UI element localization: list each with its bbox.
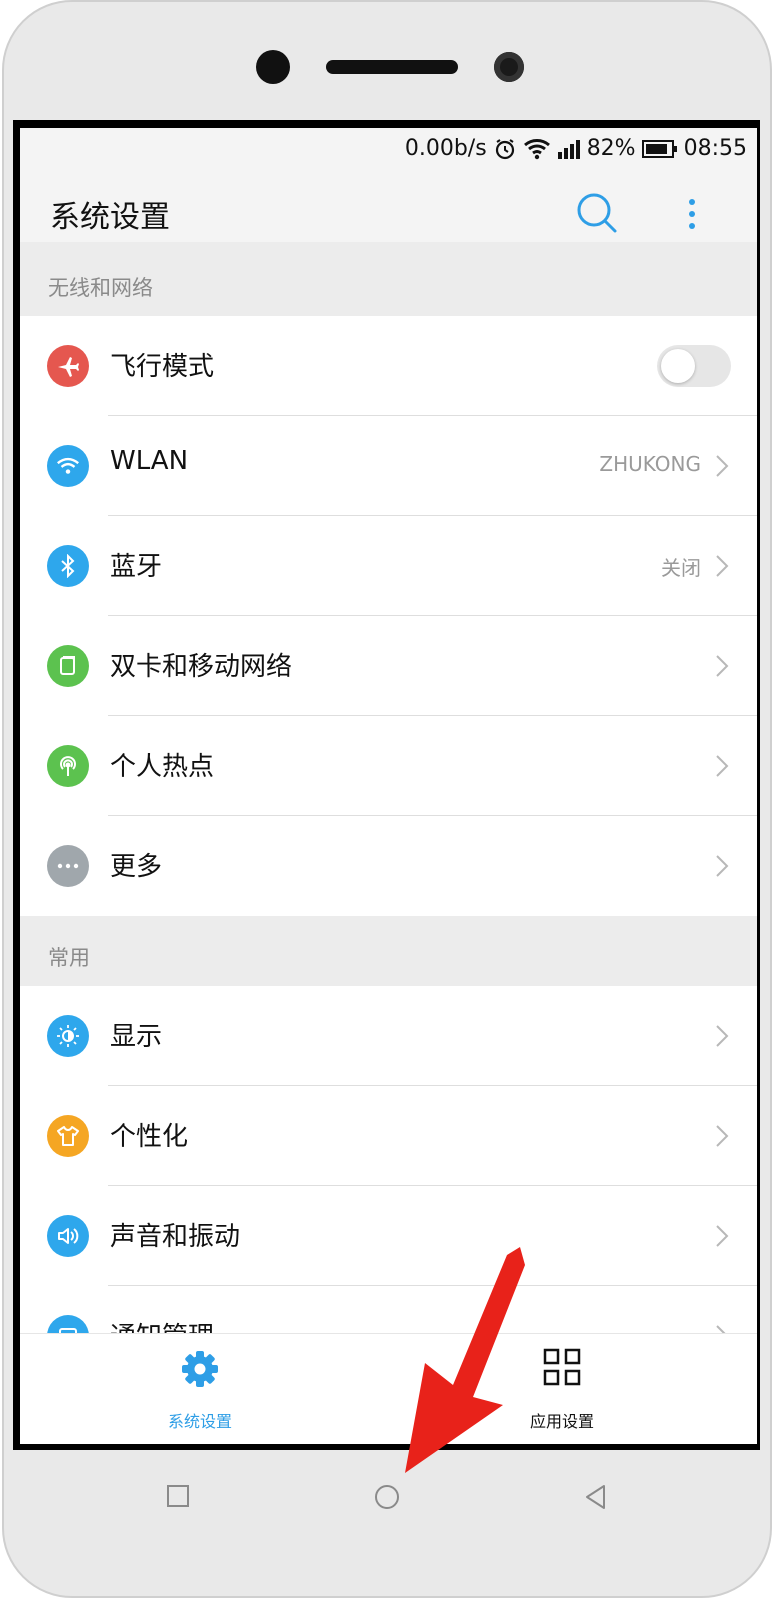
chevron-right-icon xyxy=(716,555,729,577)
brightness-icon xyxy=(47,1015,89,1057)
airplane-icon xyxy=(47,345,89,387)
settings-row-personalization[interactable]: 个性化 xyxy=(20,1086,757,1186)
tab-system-settings[interactable]: 系统设置 xyxy=(100,1334,300,1444)
speaker-icon xyxy=(47,1215,89,1257)
section-title: 常用 xyxy=(48,946,90,970)
chevron-right-icon xyxy=(716,755,729,777)
bottom-tab-bar: 系统设置 应用设置 xyxy=(20,1333,757,1444)
chevron-right-icon xyxy=(716,1125,729,1147)
page-title: 系统设置 xyxy=(50,200,170,235)
row-label: WLAN xyxy=(110,446,189,476)
sim-card-icon xyxy=(47,645,89,687)
front-camera-icon xyxy=(494,52,524,82)
row-label: 显示 xyxy=(110,1022,163,1052)
wifi-status-icon xyxy=(523,138,550,159)
row-label: 飞行模式 xyxy=(110,352,215,382)
grid-icon xyxy=(543,1348,581,1386)
settings-row-display[interactable]: 显示 xyxy=(20,986,757,1086)
section-header-common: 常用 xyxy=(20,916,757,986)
hotspot-icon xyxy=(47,745,89,787)
chevron-right-icon xyxy=(716,855,729,877)
annotation-arrow-icon xyxy=(405,1247,525,1473)
tshirt-icon xyxy=(47,1115,89,1157)
overflow-menu-icon[interactable] xyxy=(676,186,708,242)
network-speed: 0.00b/s xyxy=(404,136,487,161)
battery-icon xyxy=(641,139,677,158)
chevron-right-icon xyxy=(716,455,729,477)
settings-row-sound[interactable]: 声音和振动 xyxy=(20,1186,757,1286)
chevron-right-icon xyxy=(716,655,729,677)
sensor-icon xyxy=(256,50,290,84)
search-icon[interactable] xyxy=(570,186,626,242)
row-label: 个性化 xyxy=(110,1122,189,1152)
row-value: 关闭 xyxy=(661,556,701,580)
signal-icon xyxy=(557,139,580,159)
row-label: 声音和振动 xyxy=(110,1222,241,1252)
chevron-right-icon xyxy=(716,1225,729,1247)
chevron-right-icon xyxy=(716,1025,729,1047)
row-value: ZHUKONG xyxy=(599,452,701,476)
clock: 08:55 xyxy=(683,136,747,161)
screen: 0.00b/s 82% 08:55 系统设置 无线和网络 飞行模式 WLAN Z… xyxy=(20,128,757,1444)
home-button-icon[interactable] xyxy=(374,1484,400,1510)
settings-row-dual-sim[interactable]: 双卡和移动网络 xyxy=(20,616,757,716)
bluetooth-icon xyxy=(47,545,89,587)
row-label: 更多 xyxy=(110,852,163,882)
settings-row-hotspot[interactable]: 个人热点 xyxy=(20,716,757,816)
more-dots-icon xyxy=(47,845,89,887)
back-button-icon[interactable] xyxy=(584,1484,608,1510)
wifi-icon xyxy=(47,445,89,487)
airplane-mode-toggle[interactable] xyxy=(657,345,731,387)
battery-percent: 82% xyxy=(586,136,636,161)
recent-apps-icon[interactable] xyxy=(166,1484,190,1508)
tab-label: 系统设置 xyxy=(167,1412,232,1431)
section-title: 无线和网络 xyxy=(48,276,153,300)
row-label: 个人热点 xyxy=(110,752,215,782)
section-header-wireless: 无线和网络 xyxy=(20,242,757,316)
status-bar: 0.00b/s 82% 08:55 xyxy=(20,128,757,174)
earpiece-speaker xyxy=(326,60,458,74)
settings-row-bluetooth[interactable]: 蓝牙 关闭 xyxy=(20,516,757,616)
settings-row-wlan[interactable]: WLAN ZHUKONG xyxy=(20,416,757,516)
row-label: 双卡和移动网络 xyxy=(110,652,293,682)
gear-icon xyxy=(182,1351,218,1387)
settings-row-more[interactable]: 更多 xyxy=(20,816,757,916)
settings-row-airplane[interactable]: 飞行模式 xyxy=(20,316,757,416)
row-label: 蓝牙 xyxy=(110,552,163,582)
alarm-icon xyxy=(495,138,514,159)
